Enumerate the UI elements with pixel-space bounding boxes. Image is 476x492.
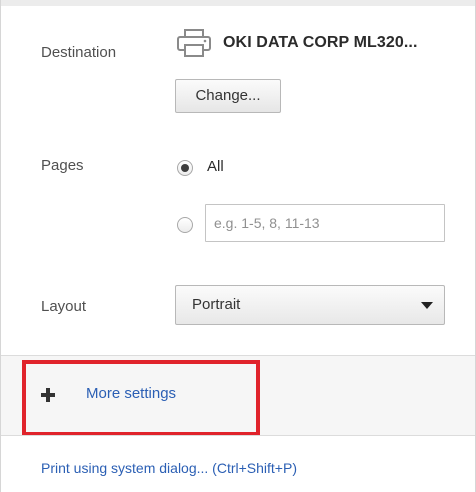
printer-icon <box>177 29 211 57</box>
printer-name: OKI DATA CORP ML320... <box>223 34 418 51</box>
pages-all-radio[interactable] <box>177 160 193 176</box>
chevron-down-icon <box>421 302 433 309</box>
layout-label: Layout <box>41 298 87 315</box>
system-dialog-link[interactable]: Print using system dialog... (Ctrl+Shift… <box>41 460 297 476</box>
top-strip <box>1 0 475 6</box>
section-divider <box>1 435 475 436</box>
print-settings-panel: Destination OKI DATA CORP ML320... Chang… <box>0 0 476 492</box>
pages-all-label[interactable]: All <box>207 158 224 175</box>
page-range-input[interactable] <box>205 204 445 242</box>
layout-select-value: Portrait <box>192 296 241 313</box>
highlight-box <box>22 360 260 436</box>
pages-label: Pages <box>41 157 84 174</box>
pages-range-radio[interactable] <box>177 217 193 233</box>
layout-select[interactable]: Portrait <box>175 285 445 325</box>
change-destination-button[interactable]: Change... <box>175 79 281 113</box>
destination-label: Destination <box>41 44 117 61</box>
